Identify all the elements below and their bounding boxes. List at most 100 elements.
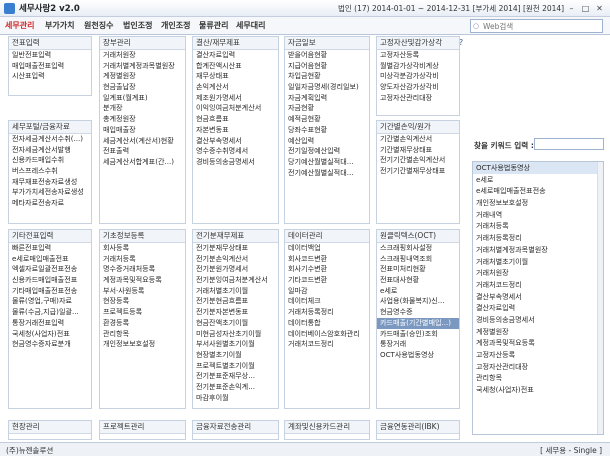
menu-item[interactable]: 회사기수변환 (285, 264, 369, 275)
menu-item[interactable]: 기타코드변환 (285, 275, 369, 286)
menu-item[interactable]: 데이터베이스암호화관리 (285, 329, 369, 340)
menu-vat[interactable]: 부가가치 (45, 19, 74, 33)
menu-item[interactable]: 전기기간별재무상태표 (377, 166, 459, 177)
menu-item[interactable]: 신용카드매입수취 (9, 155, 91, 166)
menu-item[interactable]: 계정과목및적요등록 (100, 275, 185, 286)
keyword-item[interactable]: 거래처등록정리 (473, 232, 603, 244)
menu-item[interactable]: 매입매출장 (100, 125, 185, 136)
menu-item[interactable]: 프로젝트등록 (100, 307, 185, 318)
menu-item[interactable]: 이익잉여금처분계산서 (193, 103, 278, 114)
menu-item[interactable]: 전표출력 (100, 146, 185, 157)
menu-item[interactable]: 부가가치세전송자료생성 (9, 187, 91, 198)
menu-item[interactable]: 전기분손익계산서 (193, 254, 278, 265)
menu-item[interactable]: 데이터백업 (285, 243, 369, 254)
menu-item[interactable]: 미현금성자산초기이월 (193, 329, 278, 340)
menu-item[interactable]: 현금출납장 (100, 82, 185, 93)
menu-item[interactable]: 양도자산감가상각비 (377, 82, 459, 93)
keyword-item[interactable]: 결산부속명세서 (473, 291, 603, 303)
minimize-icon[interactable]: – (566, 3, 577, 14)
menu-item[interactable]: 전표대사현황 (377, 275, 459, 286)
menu-item[interactable]: 거래처별계정과목별원장 (100, 61, 185, 72)
menu-item[interactable]: 분개장 (100, 103, 185, 114)
menu-item[interactable]: 일반전표입력 (9, 50, 91, 61)
menu-item[interactable]: 전기분표준재무상... (193, 371, 278, 382)
menu-personal-adjustment[interactable]: 개인조정 (161, 19, 190, 33)
menu-item[interactable]: 데이터통합 (285, 318, 369, 329)
menu-item[interactable]: 재무상태표 (193, 71, 278, 82)
keyword-item[interactable]: 결산자료입력 (473, 302, 603, 314)
keyword-item[interactable]: 거래내역 (473, 209, 603, 221)
menu-item[interactable]: 사업용(화물복지)신... (377, 296, 459, 307)
menu-item[interactable]: 전기분표준손익계... (193, 382, 278, 393)
menu-tax-agency[interactable]: 세무대리 (236, 19, 265, 33)
menu-item[interactable]: 제조원가명세서 (193, 93, 278, 104)
menu-item[interactable]: 고정자산등록 (377, 50, 459, 61)
keyword-scrollbar[interactable] (597, 162, 603, 434)
menu-tax-management[interactable]: 세무관리 (5, 19, 34, 33)
menu-item[interactable]: 현금잔액초기이월 (193, 318, 278, 329)
keyword-item[interactable]: 고정자산등록 (473, 349, 603, 361)
menu-item[interactable]: 스크래핑회사설정 (377, 243, 459, 254)
menu-item[interactable]: 합계잔액시산표 (193, 61, 278, 72)
menu-item[interactable]: 고정자산관리대장 (377, 93, 459, 104)
menu-item[interactable]: 전표미처리현황 (377, 264, 459, 275)
menu-item[interactable]: 카드매출(승인)조회 (377, 329, 459, 340)
menu-item[interactable]: 메타자료전송자료 (9, 198, 91, 209)
menu-corporate-adjustment[interactable]: 법인조정 (123, 19, 152, 33)
menu-item[interactable]: 손익계산서 (193, 82, 278, 93)
menu-item[interactable]: 전자세금계산서수취(...) (9, 134, 91, 145)
menu-item[interactable]: 통장거래전표입력 (9, 318, 91, 329)
keyword-item[interactable]: 거래처별계정과목별원장 (473, 244, 603, 256)
menu-item[interactable]: 결산부속명세서 (193, 136, 278, 147)
menu-item[interactable]: 신용카드매입매출전표 (9, 275, 91, 286)
keyword-item[interactable]: 거래처코드정리 (473, 279, 603, 291)
menu-item[interactable]: 세금계산서(계산서)현황 (100, 136, 185, 147)
menu-item[interactable]: 시산표입력 (9, 71, 91, 82)
menu-item[interactable]: 엑셀자료일괄전표전송 (9, 264, 91, 275)
menu-item[interactable]: 전기분재무상태표 (193, 243, 278, 254)
menu-item[interactable]: 데이터체크 (285, 296, 369, 307)
menu-item[interactable]: 명수증거래처등록 (100, 264, 185, 275)
menu-item[interactable]: 국세청(사업자)전표 (9, 329, 91, 340)
menu-item[interactable]: 현장등록 (100, 296, 185, 307)
keyword-item[interactable]: 경비등의송금명세서 (473, 314, 603, 326)
menu-item[interactable]: 회사코드변환 (285, 254, 369, 265)
menu-item[interactable]: 버스프레스수취 (9, 166, 91, 177)
menu-item[interactable]: 물류(수금,지급)일괄... (9, 307, 91, 318)
menu-item[interactable]: 전자세금계산서발행 (9, 145, 91, 156)
menu-item[interactable]: 계정별원장 (100, 71, 185, 82)
menu-item[interactable]: 부서·사원등록 (100, 286, 185, 297)
menu-item[interactable]: 거래처별초기이월 (193, 286, 278, 297)
menu-item[interactable]: 통장거래 (377, 339, 459, 350)
menu-item[interactable]: 경비등의송금명세서 (193, 157, 278, 168)
menu-item[interactable]: 전기예산월별실적대... (285, 168, 369, 179)
menu-item[interactable]: 일일자금명세(경리일보) (285, 82, 369, 93)
menu-item[interactable]: 관리항목 (100, 329, 185, 340)
menu-item[interactable]: e세로매입매출전표 (9, 254, 91, 265)
keyword-item[interactable]: OCT사용법동영상 (473, 162, 603, 174)
menu-withholding[interactable]: 원천징수 (84, 19, 113, 33)
menu-item[interactable]: 마감후이월 (193, 393, 278, 404)
keyword-item[interactable]: 계정별원장 (473, 326, 603, 338)
menu-logistics[interactable]: 물류관리 (199, 19, 228, 33)
keyword-input[interactable] (534, 138, 604, 150)
menu-item[interactable]: 전기일정예산입력 (285, 146, 369, 157)
menu-item[interactable]: 매입매출전표입력 (9, 61, 91, 72)
menu-item[interactable]: 당좌수표현황 (285, 125, 369, 136)
menu-item[interactable]: 기간별재무상태표 (377, 145, 459, 156)
menu-item[interactable]: 물류(영업,구매)자료 (9, 296, 91, 307)
menu-item-selected[interactable]: 카드매출(기간별매입...) (377, 317, 459, 329)
menu-item[interactable]: 전기분원가명세서 (193, 264, 278, 275)
menu-item[interactable]: 현금흐름표 (193, 114, 278, 125)
menu-item[interactable]: 전기기간별손익계산서 (377, 155, 459, 166)
menu-item[interactable]: 환경등록 (100, 318, 185, 329)
menu-item[interactable]: 개인정보보호설정 (100, 339, 185, 350)
keyword-item[interactable]: e세로 (473, 174, 603, 186)
keyword-item[interactable]: 국세청(사업자)전표 (473, 384, 603, 396)
menu-item[interactable]: 현장별초기이월 (193, 350, 278, 361)
keyword-item[interactable]: 개인정보보호설정 (473, 197, 603, 209)
keyword-item[interactable]: e세로매입매출전표전송 (473, 185, 603, 197)
menu-item[interactable]: 세금계산서합계표(간...) (100, 157, 185, 168)
menu-item[interactable]: 거래처등록정리 (285, 307, 369, 318)
menu-item[interactable]: 자금현황 (285, 103, 369, 114)
